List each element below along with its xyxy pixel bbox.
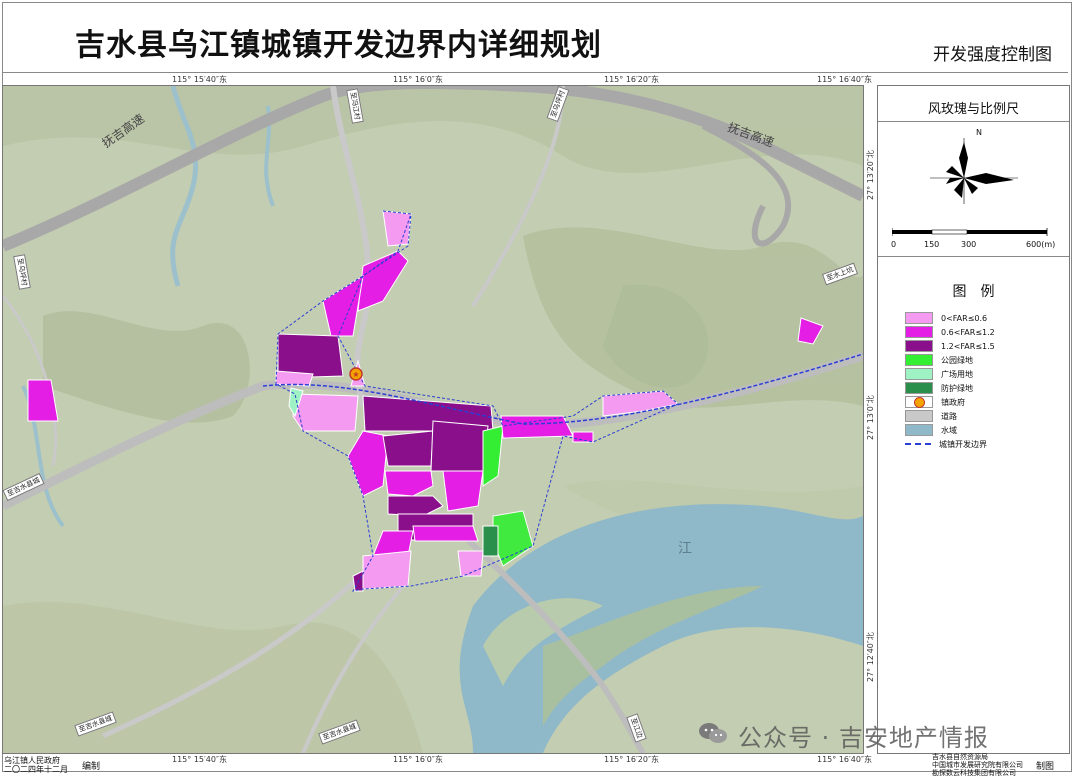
legend-item-park: 公园绿地: [905, 354, 973, 366]
coord-bottom-2: 115° 16′0″东: [393, 755, 443, 764]
legend-label: 广场用地: [941, 369, 973, 379]
zone-green-buffer: [482, 525, 499, 557]
wechat-icon: [699, 723, 727, 743]
scale-600: 600(m): [1026, 240, 1056, 249]
legend-label: 镇政府: [941, 397, 965, 407]
zone-mid-9: [572, 431, 594, 443]
star-icon: [913, 396, 925, 408]
legend-label: 0.6<FAR≤1.2: [941, 327, 995, 337]
panel-divider-1: [878, 121, 1069, 122]
map-area[interactable]: ★ 抚吉高速 抚吉高速 江 至冯江村 至乌坪村 至乌坪村 至水上坑 至吉水县城 …: [2, 85, 864, 754]
zone-mid-5: [442, 470, 484, 512]
legend-label: 城镇开发边界: [939, 439, 987, 449]
panel-divider-2: [878, 256, 1069, 257]
legend-item-far-low: 0<FAR≤0.6: [905, 312, 987, 324]
footer-bureau: 吉水县自然资源局: [932, 753, 988, 761]
coord-right-3: 27° 12′40″北: [866, 632, 875, 682]
dashed-line-icon: [905, 443, 931, 445]
legend-item-green-buffer: 防护绿地: [905, 382, 973, 394]
footer-org: 乌江镇人民政府: [4, 756, 60, 765]
legend-swatch: [905, 340, 933, 352]
legend-item-boundary: 城镇开发边界: [905, 438, 987, 450]
coord-bottom-1: 115° 15′40″东: [172, 755, 227, 764]
zone-mid-6: [412, 525, 479, 542]
footer-left: 乌江镇人民政府 二〇二四年十二月: [4, 756, 68, 774]
footer-compiled: 编制: [82, 762, 101, 772]
zone-low-1: [382, 210, 412, 247]
river-label: 江: [678, 541, 692, 557]
map-subtitle: 开发强度控制图: [933, 45, 1052, 65]
legend-swatch: [905, 396, 933, 408]
compass-title: 风玫瑰与比例尺: [927, 102, 1019, 117]
wind-rose-icon: [930, 138, 1018, 204]
gov-star: ★: [352, 370, 359, 379]
footer-institute: 中国城市发展研究院有限公司: [932, 761, 1023, 769]
legend-item-road: 道路: [905, 410, 957, 422]
zone-high-1: [277, 333, 344, 379]
legend-item-far-high: 1.2<FAR≤1.5: [905, 340, 995, 352]
scale-150: 150: [924, 240, 940, 249]
legend-label: 0<FAR≤0.6: [941, 313, 988, 323]
legend-swatch: [905, 410, 933, 422]
coord-right-1: 27° 13′20″北: [866, 150, 875, 200]
page-title: 吉水县乌江镇城镇开发边界内详细规划: [75, 28, 602, 63]
legend-swatch: [905, 326, 933, 338]
legend-swatch: [905, 312, 933, 324]
coord-bottom-4: 115° 16′40″东: [817, 755, 872, 764]
side-panel: 风玫瑰与比例尺 N 0 150 300 600(m) 图 例 0<FAR≤0.6…: [877, 85, 1070, 754]
legend-label: 公园绿地: [941, 355, 973, 365]
footer-right: 吉水县自然资源局 中国城市发展研究院有限公司 勘探数云科技集团有限公司: [932, 753, 1023, 777]
legend-swatch: [905, 354, 933, 366]
coord-bottom-3: 115° 16′20″东: [604, 755, 659, 764]
legend-swatch: [905, 382, 933, 394]
coord-top-3: 115° 16′20″东: [604, 75, 659, 84]
legend-swatch: [905, 439, 931, 449]
footer-company: 勘探数云科技集团有限公司: [932, 769, 1016, 777]
zone-low-5: [362, 550, 412, 590]
coord-top-1: 115° 15′40″东: [172, 75, 227, 84]
scale-300: 300: [961, 240, 977, 249]
scale-0: 0: [891, 240, 897, 249]
coord-right-2: 27° 13′0″北: [866, 395, 875, 440]
coord-top-2: 115° 16′0″东: [393, 75, 443, 84]
legend-item-plaza: 广场用地: [905, 368, 973, 380]
legend-item-far-mid: 0.6<FAR≤1.2: [905, 326, 995, 338]
map-canvas: ★: [3, 86, 863, 753]
zone-high-3: [382, 430, 434, 467]
coord-top-4: 115° 16′40″东: [817, 75, 872, 84]
watermark-text: 公众号 · 吉安地产情报: [738, 724, 989, 752]
zone-high-4: [430, 420, 489, 472]
footer-date: 二〇二四年十二月: [4, 765, 68, 774]
zone-low-2: [275, 370, 314, 387]
legend-title: 图 例: [952, 284, 995, 300]
legend-label: 道路: [941, 411, 957, 421]
zone-low-4: [292, 393, 359, 432]
legend-label: 1.2<FAR≤1.5: [941, 341, 995, 351]
header: 吉水县乌江镇城镇开发边界内详细规划 开发强度控制图: [2, 2, 1068, 73]
legend-swatch: [905, 368, 933, 380]
legend-label: 水域: [941, 425, 957, 435]
footer-drawn: 制图: [1036, 762, 1055, 772]
legend-swatch: [905, 424, 933, 436]
zone-mid-8: [500, 415, 574, 439]
north-label: N: [976, 128, 982, 137]
legend-item-water: 水域: [905, 424, 957, 436]
legend-label: 防护绿地: [941, 383, 973, 393]
legend-item-gov: 镇政府: [905, 396, 965, 408]
